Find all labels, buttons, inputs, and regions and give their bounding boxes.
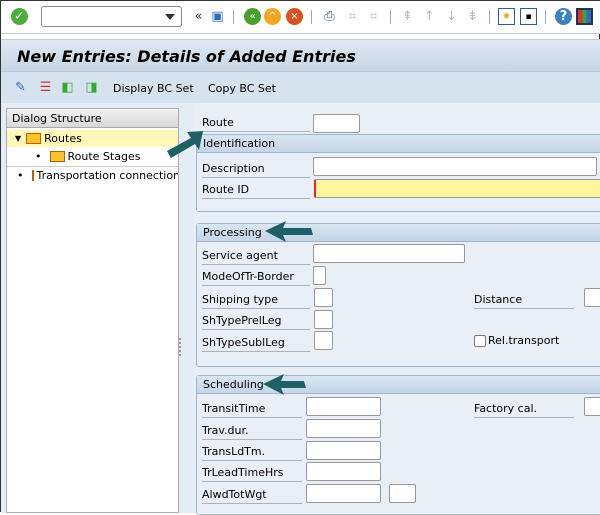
arrow-icon (265, 221, 313, 242)
annotation-arrows (167, 131, 313, 395)
arrow-icon (263, 374, 306, 395)
arrow-icon (167, 131, 203, 158)
